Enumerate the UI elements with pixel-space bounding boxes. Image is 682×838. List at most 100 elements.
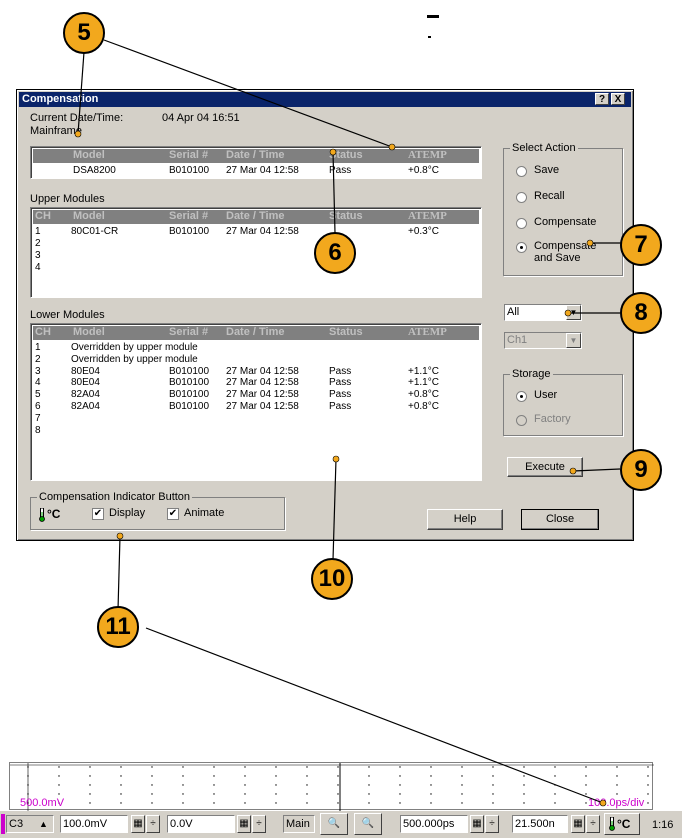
cell-datetime: 27 Mar 04 12:58 — [226, 365, 299, 377]
table-row[interactable]: 3 — [33, 250, 479, 262]
execute-button[interactable]: Execute — [507, 457, 583, 477]
channel-value: C3 — [9, 818, 24, 830]
module-select[interactable]: All ▼ — [504, 304, 582, 321]
indicator-icon-text: °C — [47, 507, 61, 521]
radio-save-label[interactable]: Save — [534, 164, 559, 176]
animate-checkbox-label[interactable]: Animate — [184, 507, 224, 519]
position-keypad-button[interactable]: ▦ — [571, 815, 585, 833]
animate-checkbox[interactable]: ✔ — [167, 508, 179, 520]
radio-compensate-and-save[interactable] — [516, 242, 527, 253]
col-serial: Serial # — [169, 149, 209, 161]
table-row[interactable]: 1 80C01-CR B010100 27 Mar 04 12:58 +0.3°C — [33, 226, 479, 238]
help-title-button[interactable]: ? — [595, 93, 609, 105]
dialog-titlebar: Compensation — [19, 92, 631, 107]
timebase-mode-field[interactable]: Main — [283, 815, 315, 833]
module-select-value: All — [507, 306, 520, 318]
graticule-dot — [492, 793, 494, 795]
horizontal-scale-field[interactable]: 500.000ps — [400, 815, 468, 833]
channel-field[interactable]: C3 ▲ — [6, 815, 54, 833]
table-row[interactable]: 4 80E04 B010100 27 Mar 04 12:58 Pass +1.1°C — [33, 377, 479, 389]
radio-compensate[interactable] — [516, 218, 527, 229]
zoom-2-button[interactable]: 🔍 — [354, 813, 382, 835]
cell-model: 82A04 — [71, 401, 100, 412]
radio-user[interactable] — [516, 391, 527, 402]
display-checkbox-label[interactable]: Display — [109, 507, 145, 519]
table-row[interactable]: 5 82A04 B010100 27 Mar 04 12:58 Pass +0.8°C — [33, 389, 479, 401]
select-action-title: Select Action — [510, 142, 578, 154]
close-button[interactable]: Close — [521, 509, 599, 530]
cell-ch: 4 — [35, 377, 41, 389]
graticule-dot — [275, 775, 277, 777]
graticule-dot — [616, 784, 618, 786]
graticule-dot — [89, 802, 91, 804]
table-row[interactable]: 2 — [33, 238, 479, 250]
top-mark-small — [428, 36, 431, 38]
radio-recall-label[interactable]: Recall — [534, 190, 565, 202]
graticule-dot — [58, 793, 60, 795]
graticule-dot — [399, 775, 401, 777]
graticule-dot — [554, 766, 556, 768]
help-button[interactable]: Help — [427, 509, 503, 530]
table-row[interactable]: 2 Overridden by upper module — [33, 354, 479, 366]
cell-ch: 4 — [35, 262, 41, 273]
cell-serial: B010100 — [169, 165, 210, 176]
radio-compensate-label[interactable]: Compensate — [534, 216, 596, 228]
graticule-dot — [182, 802, 184, 804]
table-row[interactable]: 6 82A04 B010100 27 Mar 04 12:58 Pass +0.8°C — [33, 401, 479, 413]
table-row[interactable]: 8 — [33, 425, 479, 437]
radio-factory[interactable] — [516, 415, 527, 426]
radio-save[interactable] — [516, 166, 527, 177]
offset-spin-button[interactable]: ÷ — [252, 815, 266, 833]
graticule-dot — [523, 766, 525, 768]
radio-factory-label[interactable]: Factory — [534, 413, 571, 425]
graticule-dot — [647, 775, 649, 777]
close-title-button[interactable]: X — [611, 93, 625, 105]
scale-field[interactable]: 100.0mV — [60, 815, 128, 833]
graticule-dot — [461, 784, 463, 786]
radio-user-label[interactable]: User — [534, 389, 557, 401]
table-row[interactable]: 4 — [33, 262, 479, 274]
col-serial: Serial # — [169, 210, 209, 222]
cell-model: 80C01-CR — [71, 226, 119, 237]
table-row[interactable]: 3 80E04 B010100 27 Mar 04 12:58 Pass +1.1°C — [33, 366, 479, 378]
chevron-down-icon[interactable]: ▼ — [566, 305, 581, 320]
graticule-dot — [523, 784, 525, 786]
col-datetime: Date / Time — [226, 149, 285, 161]
scale-spin-button[interactable]: ÷ — [146, 815, 160, 833]
graticule-dot — [337, 784, 339, 786]
position-spin-button[interactable]: ÷ — [586, 815, 600, 833]
graticule-dot — [244, 766, 246, 768]
cell-status: Pass — [329, 377, 352, 389]
hscale-spin-button[interactable]: ÷ — [485, 815, 499, 833]
graticule-dot — [120, 766, 122, 768]
horizontal-scale-value: 500.000ps — [403, 818, 455, 830]
hscale-keypad-button[interactable]: ▦ — [470, 815, 484, 833]
position-field[interactable]: 21.500n — [512, 815, 568, 833]
graticule-dot — [430, 793, 432, 795]
radio-recall[interactable] — [516, 192, 527, 203]
display-checkbox[interactable]: ✔ — [92, 508, 104, 520]
scale-keypad-button[interactable]: ▦ — [131, 815, 145, 833]
graticule-dot — [306, 775, 308, 777]
offset-field[interactable]: 0.0V — [167, 815, 235, 833]
zoom-1-button[interactable]: 🔍 — [320, 813, 348, 835]
graticule-dot — [182, 766, 184, 768]
channel-select[interactable]: Ch1 ▼ — [504, 332, 582, 349]
table-row[interactable]: 1 Overridden by upper module — [33, 342, 479, 354]
graticule-dot — [151, 793, 153, 795]
callout-9: 9 — [620, 449, 662, 491]
graticule-dot — [368, 766, 370, 768]
graticule-dot — [492, 775, 494, 777]
cell-datetime: 27 Mar 04 12:58 — [226, 226, 299, 237]
table-row[interactable]: DSA8200 B010100 27 Mar 04 12:58 Pass +0.… — [33, 165, 479, 177]
compensation-indicator-button[interactable]: °C — [604, 813, 640, 835]
cell-ch: 3 — [35, 250, 41, 261]
graticule-dot — [275, 793, 277, 795]
mainframe-label: Mainframe — [30, 125, 82, 137]
upper-modules-table: CH Model Serial # Date / Time Status ATE… — [30, 207, 482, 298]
scope-waveform-area[interactable]: 500.0mV 100.0ps/div — [9, 762, 654, 811]
chevron-down-icon[interactable]: ▼ — [566, 333, 581, 348]
offset-keypad-button[interactable]: ▦ — [237, 815, 251, 833]
table-row[interactable]: 7 — [33, 413, 479, 425]
radio-compensate-and-save-label[interactable]: Compensate and Save — [534, 240, 606, 264]
